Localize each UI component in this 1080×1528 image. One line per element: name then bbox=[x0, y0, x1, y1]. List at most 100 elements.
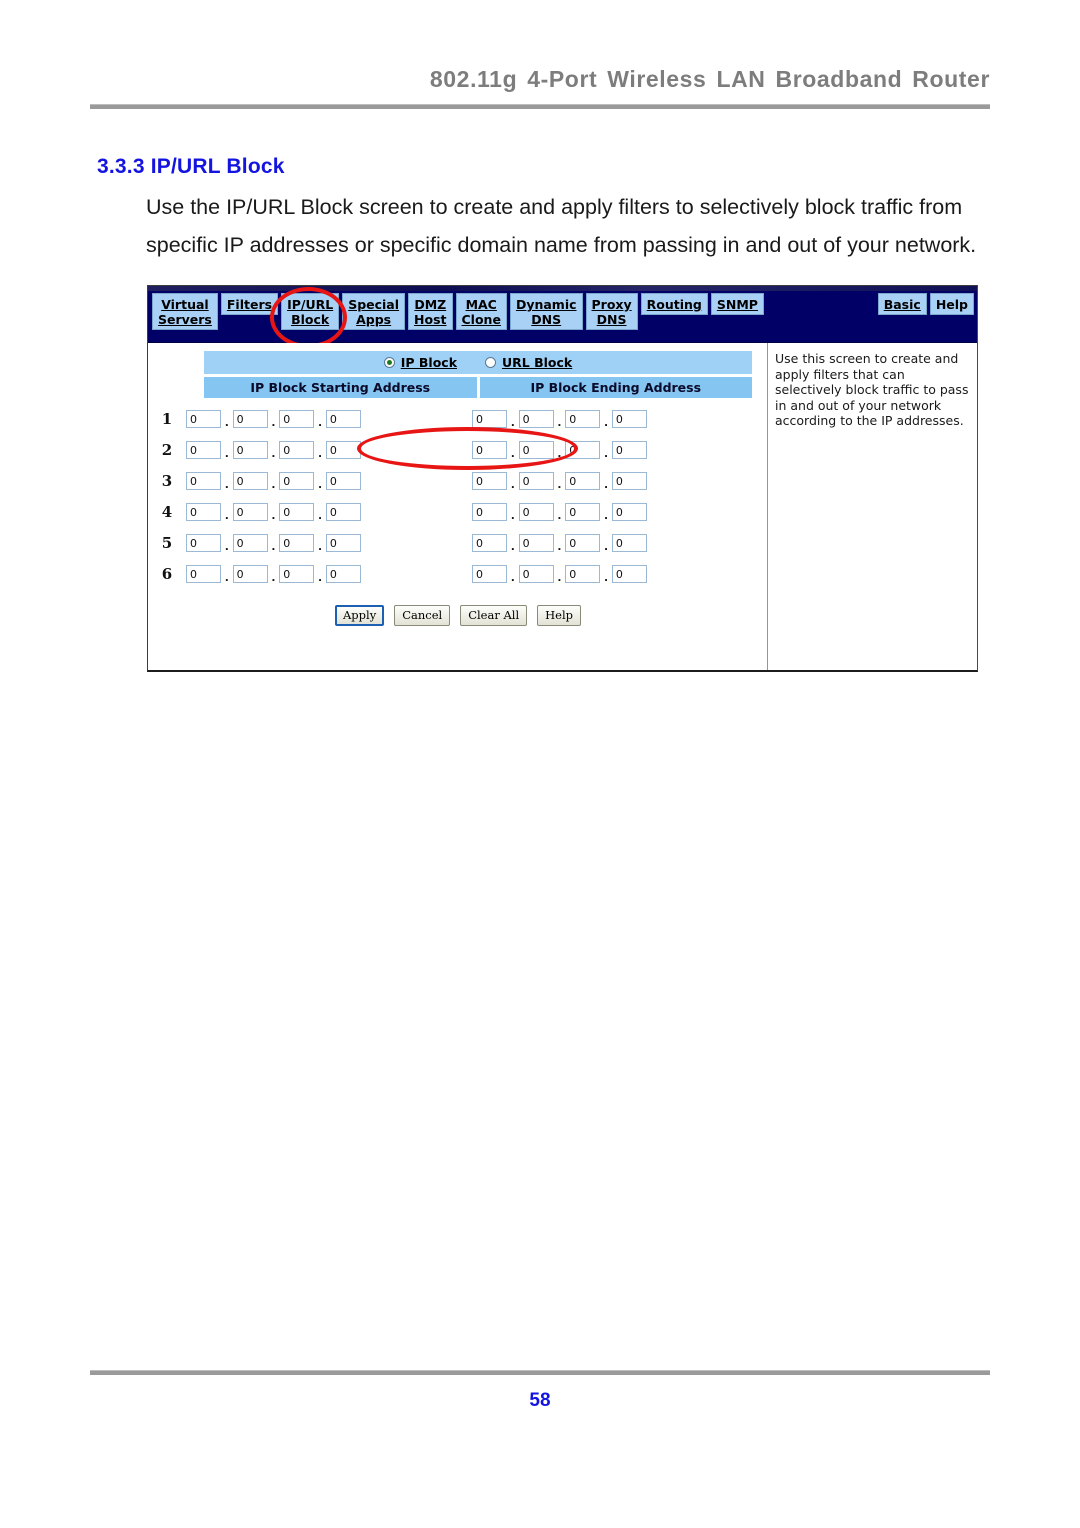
ip-octet-input-start-3[interactable]: 0 bbox=[279, 533, 315, 552]
ip-octet-group-end: 0.0.0.0 bbox=[472, 440, 746, 460]
radio-option-url-block[interactable]: URL Block bbox=[485, 355, 572, 370]
ip-octet-input-start-3[interactable]: 0 bbox=[279, 471, 315, 490]
tab-label2-proxy-dns: DNS bbox=[596, 312, 627, 327]
ip-octet-input-end-4[interactable]: 0 bbox=[611, 471, 647, 490]
ip-octet-input-start-2[interactable]: 0 bbox=[232, 440, 268, 459]
ip-octet-input-start-3[interactable]: 0 bbox=[279, 409, 315, 428]
ip-octet-input-start-4[interactable]: 0 bbox=[325, 409, 361, 428]
row-number: 3 bbox=[161, 471, 173, 490]
ip-octet-input-end-4[interactable]: 0 bbox=[611, 409, 647, 428]
row-number: 1 bbox=[161, 409, 173, 428]
tab-dmz-host[interactable]: DMZ Host bbox=[408, 293, 453, 330]
ip-octet-group-start: 0.0.0.0 bbox=[186, 440, 460, 460]
tab-label2-ip-url-block: Block bbox=[291, 312, 330, 327]
ip-octet-input-end-4[interactable]: 0 bbox=[611, 502, 647, 521]
apply-button[interactable]: Apply bbox=[334, 605, 385, 626]
ip-octet-input-start-2[interactable]: 0 bbox=[232, 409, 268, 428]
ip-octet-input-end-4[interactable]: 0 bbox=[611, 564, 647, 583]
form-button-row: Apply Cancel Clear All Help bbox=[148, 605, 768, 626]
octet-separator-dot: . bbox=[604, 537, 608, 553]
ip-octet-input-end-2[interactable]: 0 bbox=[518, 564, 554, 583]
octet-separator-dot: . bbox=[604, 444, 608, 460]
octet-separator-dot: . bbox=[604, 475, 608, 491]
tab-label-ip-url-block: IP/URL bbox=[287, 297, 334, 312]
ip-octet-input-start-3[interactable]: 0 bbox=[279, 502, 315, 521]
ip-octet-input-start-1[interactable]: 0 bbox=[186, 471, 221, 490]
tab-basic[interactable]: Basic bbox=[877, 293, 927, 315]
ip-octet-input-end-1[interactable]: 0 bbox=[472, 564, 507, 583]
ip-octet-input-end-1[interactable]: 0 bbox=[472, 440, 507, 459]
ip-octet-input-start-4[interactable]: 0 bbox=[325, 533, 361, 552]
ip-octet-input-start-2[interactable]: 0 bbox=[232, 564, 268, 583]
navigation-bar: Virtual Servers Filters IP/URL Block Special A… bbox=[148, 286, 977, 348]
ip-octet-input-start-1[interactable]: 0 bbox=[186, 502, 221, 521]
ip-octet-input-start-4[interactable]: 0 bbox=[325, 440, 361, 459]
ip-octet-input-start-4[interactable]: 0 bbox=[325, 471, 361, 490]
ip-octet-input-start-1[interactable]: 0 bbox=[186, 533, 221, 552]
tab-routing[interactable]: Routing bbox=[640, 293, 708, 315]
octet-separator-dot: . bbox=[557, 537, 562, 553]
cancel-button[interactable]: Cancel bbox=[394, 605, 451, 626]
ip-octet-input-end-3[interactable]: 0 bbox=[565, 533, 601, 552]
ip-octet-input-start-4[interactable]: 0 bbox=[325, 502, 361, 521]
octet-separator-dot: . bbox=[511, 568, 515, 584]
radio-icon-ip-block[interactable] bbox=[383, 357, 395, 368]
tab-label2-special-apps: Apps bbox=[356, 312, 392, 327]
ip-octet-input-end-3[interactable]: 0 bbox=[565, 409, 601, 428]
radio-label-url-block: URL Block bbox=[502, 355, 573, 370]
tab-mac-clone[interactable]: MAC Clone bbox=[455, 293, 507, 330]
router-ui-screenshot: Virtual Servers Filters IP/URL Block Special A… bbox=[147, 285, 978, 672]
ip-octet-input-end-2[interactable]: 0 bbox=[518, 409, 554, 428]
tab-ip-url-block[interactable]: IP/URL Block bbox=[281, 293, 340, 330]
ip-octet-input-end-2[interactable]: 0 bbox=[518, 502, 554, 521]
ip-octet-input-start-2[interactable]: 0 bbox=[232, 471, 268, 490]
tab-label-proxy-dns: Proxy bbox=[591, 297, 632, 312]
radio-label-ip-block: IP Block bbox=[400, 355, 458, 370]
ip-octet-input-end-3[interactable]: 0 bbox=[565, 471, 601, 490]
ip-octet-input-start-1[interactable]: 0 bbox=[186, 440, 221, 459]
ip-octet-input-end-2[interactable]: 0 bbox=[518, 533, 554, 552]
ip-octet-input-start-1[interactable]: 0 bbox=[186, 564, 221, 583]
tab-proxy-dns[interactable]: Proxy DNS bbox=[585, 293, 638, 330]
footer-divider bbox=[90, 1370, 990, 1375]
tab-virtual-servers[interactable]: Virtual Servers bbox=[152, 293, 218, 330]
tab-label-help: Help bbox=[935, 297, 968, 312]
clear-all-button[interactable]: Clear All bbox=[460, 605, 528, 626]
ip-octet-input-start-1[interactable]: 0 bbox=[186, 409, 221, 428]
radio-option-ip-block[interactable]: IP Block bbox=[383, 355, 458, 370]
ip-octet-input-start-2[interactable]: 0 bbox=[232, 533, 268, 552]
ip-octet-input-start-2[interactable]: 0 bbox=[232, 502, 268, 521]
row-number: 4 bbox=[161, 502, 173, 521]
tab-label-routing: Routing bbox=[646, 297, 702, 312]
octet-separator-dot: . bbox=[557, 444, 562, 460]
ip-octet-input-end-1[interactable]: 0 bbox=[472, 471, 507, 490]
ip-octet-group-start: 0.0.0.0 bbox=[186, 471, 460, 490]
ip-octet-input-end-4[interactable]: 0 bbox=[611, 533, 647, 552]
tab-label2-virtual-servers: Servers bbox=[158, 312, 212, 327]
tab-dynamic-dns[interactable]: Dynamic DNS bbox=[509, 293, 583, 330]
octet-separator-dot: . bbox=[271, 568, 276, 584]
ip-octet-input-start-3[interactable]: 0 bbox=[279, 564, 315, 583]
ip-octet-input-end-3[interactable]: 0 bbox=[565, 564, 601, 583]
tab-help[interactable]: Help bbox=[929, 293, 974, 315]
octet-separator-dot: . bbox=[557, 568, 562, 584]
body-paragraph: Use the IP/URL Block screen to create an… bbox=[146, 195, 977, 257]
octet-separator-dot: . bbox=[318, 444, 322, 460]
tab-special-apps[interactable]: Special Apps bbox=[342, 293, 406, 330]
ip-octet-input-end-3[interactable]: 0 bbox=[565, 440, 601, 459]
ip-octet-input-start-4[interactable]: 0 bbox=[325, 564, 361, 583]
ip-octet-input-end-2[interactable]: 0 bbox=[518, 471, 554, 490]
tab-snmp[interactable]: SNMP bbox=[710, 293, 764, 315]
tab-filters[interactable]: Filters bbox=[220, 293, 279, 315]
ip-octet-input-end-4[interactable]: 0 bbox=[611, 440, 647, 459]
ip-octet-input-start-3[interactable]: 0 bbox=[279, 440, 315, 459]
ip-octet-input-end-1[interactable]: 0 bbox=[472, 502, 507, 521]
ip-octet-input-end-1[interactable]: 0 bbox=[472, 409, 507, 428]
ip-octet-input-end-3[interactable]: 0 bbox=[565, 502, 601, 521]
help-button[interactable]: Help bbox=[537, 605, 582, 626]
ip-octet-input-end-1[interactable]: 0 bbox=[472, 533, 507, 552]
ip-octet-input-end-2[interactable]: 0 bbox=[518, 440, 554, 459]
page-number: 58 bbox=[529, 1390, 551, 1411]
radio-icon-url-block[interactable] bbox=[485, 357, 497, 368]
tab-label2-dynamic-dns: DNS bbox=[531, 312, 562, 327]
